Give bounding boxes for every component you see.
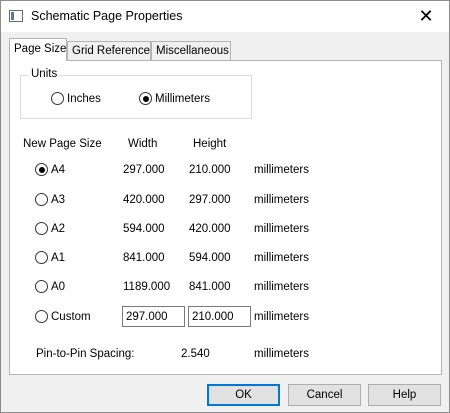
size-a1-radio[interactable]: A1 bbox=[35, 251, 65, 264]
height-header: Height bbox=[193, 138, 227, 150]
radio-button-icon bbox=[35, 251, 48, 264]
radio-button-selected-icon bbox=[35, 163, 48, 176]
size-custom-label: Custom bbox=[51, 310, 91, 323]
size-a0-width: 1189.000 bbox=[123, 281, 171, 293]
units-inches-label: Inches bbox=[67, 92, 101, 105]
size-a4-unit: millimeters bbox=[254, 164, 309, 176]
custom-unit: millimeters bbox=[254, 311, 309, 323]
size-custom-radio[interactable]: Custom bbox=[35, 310, 91, 323]
size-a4-height: 210.000 bbox=[189, 164, 231, 176]
size-a2-width: 594.000 bbox=[123, 223, 165, 235]
size-a3-width: 420.000 bbox=[123, 194, 165, 206]
dialog-window: Schematic Page Properties ✕ Page Size Gr… bbox=[0, 0, 450, 413]
radio-button-icon bbox=[35, 310, 48, 323]
size-a4-label: A4 bbox=[51, 163, 66, 176]
size-a2-unit: millimeters bbox=[254, 223, 309, 235]
size-a2-label: A2 bbox=[51, 222, 66, 235]
tab-page-size[interactable]: Page Size bbox=[9, 38, 67, 61]
help-button[interactable]: Help bbox=[368, 384, 441, 406]
size-a0-label: A0 bbox=[51, 280, 66, 293]
size-a4-radio[interactable]: A4 bbox=[35, 163, 65, 176]
custom-width-input[interactable] bbox=[122, 306, 185, 327]
page-size-panel: Units Inches Millimeters New Page Size W… bbox=[9, 60, 442, 375]
size-a3-radio[interactable]: A3 bbox=[35, 193, 65, 206]
units-millimeters-label: Millimeters bbox=[155, 92, 210, 105]
radio-button-selected-icon bbox=[139, 92, 152, 105]
width-header: Width bbox=[128, 138, 158, 150]
close-icon[interactable]: ✕ bbox=[403, 1, 449, 32]
custom-height-input[interactable] bbox=[188, 306, 251, 327]
radio-button-icon bbox=[35, 280, 48, 293]
app-window-icon bbox=[9, 10, 23, 22]
radio-button-icon bbox=[35, 222, 48, 235]
pin-spacing-unit: millimeters bbox=[254, 348, 309, 360]
size-a2-height: 420.000 bbox=[189, 223, 231, 235]
pin-spacing-label: Pin-to-Pin Spacing: bbox=[36, 348, 135, 360]
size-a0-unit: millimeters bbox=[254, 281, 309, 293]
size-a1-width: 841.000 bbox=[123, 252, 165, 264]
size-a2-radio[interactable]: A2 bbox=[35, 222, 65, 235]
radio-button-icon bbox=[51, 92, 64, 105]
size-a1-label: A1 bbox=[51, 251, 66, 264]
size-a0-height: 841.000 bbox=[189, 281, 231, 293]
title-bar: Schematic Page Properties ✕ bbox=[1, 1, 449, 32]
size-a1-unit: millimeters bbox=[254, 252, 309, 264]
size-a3-unit: millimeters bbox=[254, 194, 309, 206]
pin-spacing-value: 2.540 bbox=[181, 348, 210, 360]
cancel-button[interactable]: Cancel bbox=[288, 384, 361, 406]
dialog-title: Schematic Page Properties bbox=[31, 9, 183, 23]
units-inches-radio[interactable]: Inches bbox=[51, 92, 101, 105]
units-millimeters-radio[interactable]: Millimeters bbox=[139, 92, 210, 105]
new-page-size-header: New Page Size bbox=[23, 138, 102, 150]
tab-grid-reference[interactable]: Grid Reference bbox=[67, 41, 151, 60]
size-a0-radio[interactable]: A0 bbox=[35, 280, 65, 293]
units-groupbox: Units Inches Millimeters bbox=[20, 68, 252, 119]
size-a1-height: 594.000 bbox=[189, 252, 231, 264]
tab-miscellaneous[interactable]: Miscellaneous bbox=[151, 41, 231, 60]
units-group-label: Units bbox=[29, 68, 60, 80]
size-a4-width: 297.000 bbox=[123, 164, 165, 176]
size-a3-height: 297.000 bbox=[189, 194, 231, 206]
ok-button[interactable]: OK bbox=[207, 384, 280, 406]
radio-button-icon bbox=[35, 193, 48, 206]
size-a3-label: A3 bbox=[51, 193, 66, 206]
